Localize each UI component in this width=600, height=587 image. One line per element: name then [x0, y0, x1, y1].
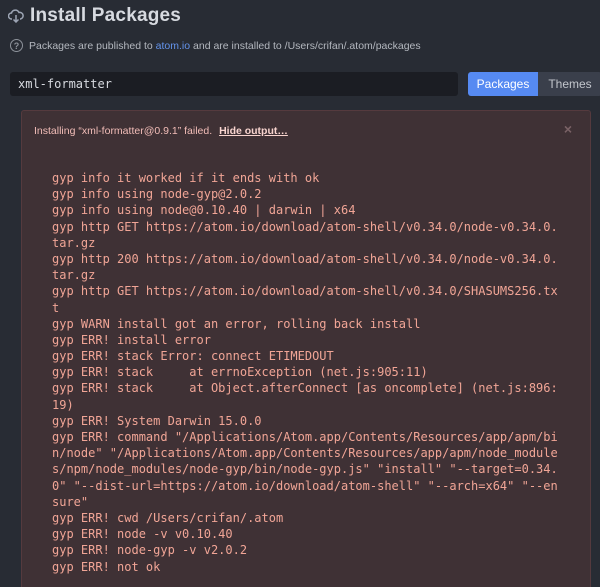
log-line: sure": [52, 494, 89, 509]
themes-button[interactable]: Themes: [538, 72, 600, 96]
log-line: gyp ERR! install error: [52, 332, 211, 347]
log-line: gyp ERR! stack at Object.afterConnect [a…: [52, 381, 558, 396]
log-line: n/node" "/Applications/Atom.app/Contents…: [52, 446, 558, 461]
hide-output-link[interactable]: Hide output…: [219, 125, 288, 137]
log-line: gyp WARN install got an error, rolling b…: [52, 316, 421, 331]
log-line: gyp ERR! stack Error: connect ETIMEDOUT: [52, 349, 334, 364]
log-line: tar.gz: [52, 268, 96, 283]
log-line: s/npm/node_modules/node-gyp/bin/node-gyp…: [52, 462, 558, 477]
page-title: Install Packages: [30, 5, 182, 26]
log-line: gyp ERR! command "/Applications/Atom.app…: [52, 430, 558, 444]
log-line: gyp http GET https://atom.io/download/at…: [52, 219, 558, 234]
log-line: gyp ERR! node-gyp -v v2.0.2: [52, 543, 248, 558]
log-line: gyp ERR! node -v v0.10.40: [52, 527, 233, 542]
log-line: 19): [52, 397, 74, 412]
install-info: ? Packages are published to atom.io and …: [10, 39, 421, 52]
log-line: gyp ERR! cwd /Users/crifan/.atom: [52, 510, 284, 525]
log-line: gyp http GET https://atom.io/download/at…: [52, 284, 558, 299]
info-prefix: Packages are published to: [29, 39, 156, 52]
log-line: gyp ERR! System Darwin 15.0.0: [52, 413, 262, 428]
log-line: tar.gz: [52, 235, 96, 250]
info-suffix: and are installed to /Users/crifan/.atom…: [190, 39, 421, 52]
log-line: gyp ERR! stack at errnoException (net.js…: [52, 365, 428, 380]
packages-button[interactable]: Packages: [468, 72, 538, 96]
log-line: gyp info using node@0.10.40 | darwin | x…: [52, 203, 356, 218]
log-line: 0" "--dist-url=https://atom.io/download/…: [52, 478, 558, 493]
log-line: t: [52, 300, 60, 315]
package-type-toggle: Packages Themes: [468, 72, 600, 96]
page-header: Install Packages: [8, 0, 181, 32]
question-icon: ?: [10, 39, 23, 52]
package-search-input[interactable]: xml-formatter: [10, 72, 458, 96]
close-icon[interactable]: ×: [564, 121, 572, 137]
cloud-download-icon: [8, 8, 24, 24]
error-header: Installing “xml-formatter@0.9.1” failed.…: [34, 125, 288, 137]
log-line: gyp info it worked if it ends with ok: [52, 171, 320, 185]
log-line: gyp ERR! not ok: [52, 559, 161, 574]
error-message: Installing “xml-formatter@0.9.1” failed.: [34, 125, 213, 137]
error-output-log: gyp info it worked if it ends with ok gyp…: [52, 170, 558, 575]
install-error-panel: Installing “xml-formatter@0.9.1” failed.…: [21, 110, 591, 587]
atom-io-link[interactable]: atom.io: [156, 40, 190, 52]
install-packages-page: Install Packages ? Packages are publishe…: [0, 0, 600, 587]
log-line: gyp http 200 https://atom.io/download/at…: [52, 251, 558, 266]
log-line: gyp info using node-gyp@2.0.2: [52, 187, 262, 202]
